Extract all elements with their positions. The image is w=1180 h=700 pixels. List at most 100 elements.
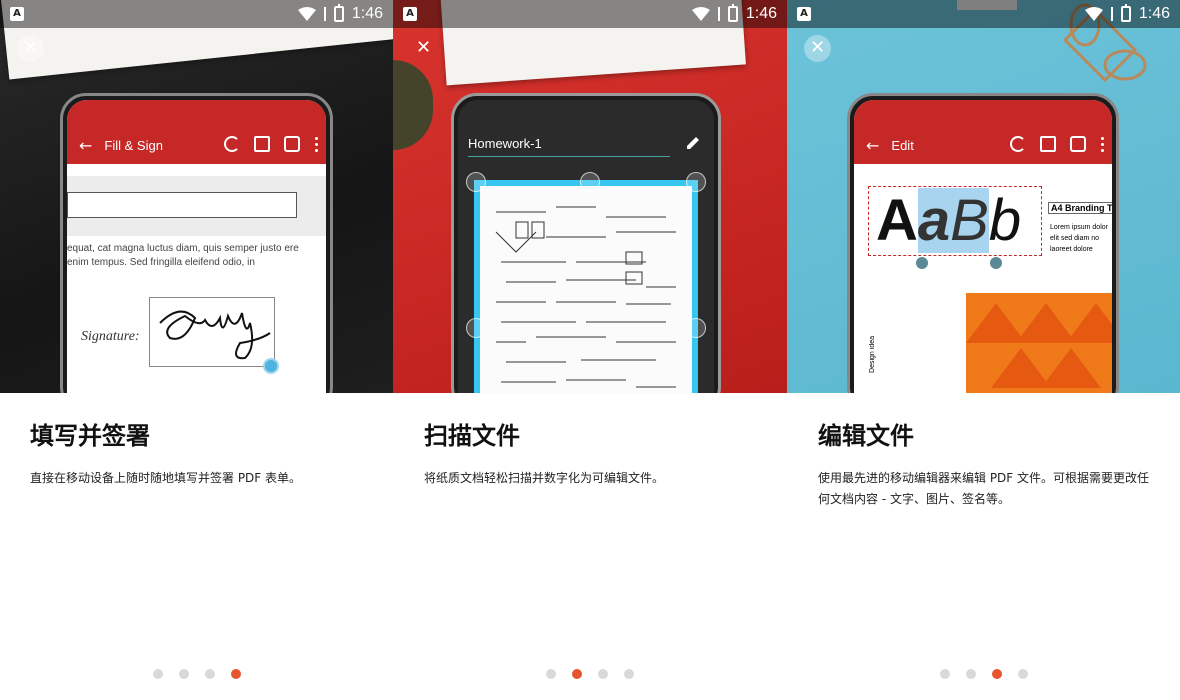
close-button[interactable]: ✕ (17, 35, 44, 62)
battery-icon (727, 4, 738, 22)
design-text: Design idea (869, 336, 876, 373)
battery-icon (1120, 4, 1131, 22)
page-dot[interactable] (546, 669, 556, 679)
hero-image: A 1:46 ✕ ← Edit AaBb A4 Branding T Lorem… (787, 0, 1180, 393)
status-time: 1:46 (745, 5, 777, 22)
page-dot[interactable] (624, 669, 634, 679)
app-toolbar: ← Fill & Sign (67, 126, 326, 164)
lorem-line: laoreet dolore (1050, 246, 1093, 253)
branding-text: A4 Branding T (1048, 202, 1112, 214)
undo-icon (224, 136, 240, 152)
page-indicator (0, 669, 393, 679)
pencil-icon (687, 137, 699, 149)
onboarding-scan: A 1:46 ✕ Homework-1 扫描文件 将纸质文档轻松扫描并数字化为可… (393, 0, 787, 700)
phone-screen: Homework-1 (458, 100, 714, 393)
phone-screen: ← Fill & Sign equat, cat magna luctus di… (67, 100, 326, 393)
phone-mockup: ← Fill & Sign equat, cat magna luctus di… (60, 93, 333, 393)
page-indicator (787, 669, 1180, 679)
crop-handle[interactable] (686, 318, 706, 338)
signal-divider (717, 7, 720, 21)
plant-decoration (393, 60, 433, 150)
battery-icon (333, 4, 344, 22)
page-dot[interactable] (178, 669, 189, 679)
toolbar-title: Fill & Sign (104, 137, 163, 153)
app-notification-icon: A (403, 7, 417, 21)
appbar-top (67, 100, 326, 126)
app-toolbar: ← Edit (854, 126, 1112, 164)
close-icon: ✕ (415, 37, 432, 58)
signature-label: Signature: (81, 329, 140, 344)
more-icon (314, 136, 318, 152)
title-underline (468, 156, 670, 157)
appbar-top (854, 100, 1112, 126)
selection-box (868, 186, 1042, 256)
print-icon (1070, 136, 1086, 152)
onboarding-heading: 填写并签署 (30, 422, 150, 450)
onboarding-fill-sign: A 1:46 ✕ ← Fill & Sign equat, cat magna … (0, 0, 393, 700)
page-dot[interactable] (965, 669, 976, 679)
onboarding-description: 使用最先进的移动编辑器来编辑 PDF 文件。可根据需要更改任何文档内容 - 文字… (818, 471, 1150, 506)
print-icon (284, 136, 300, 152)
toolbar-title: Edit (891, 137, 914, 153)
page-dot[interactable] (939, 669, 950, 679)
document-body: equat, cat magna luctus diam, quis sempe… (67, 164, 326, 393)
undo-icon (1010, 136, 1026, 152)
onboarding-text: 编辑文件 使用最先进的移动编辑器来编辑 PDF 文件。可根据需要更改任何文档内容… (818, 420, 1160, 510)
page-indicator (393, 669, 787, 679)
onboarding-text: 填写并签署 直接在移动设备上随时随地填写并签署 PDF 表单。 (30, 420, 373, 489)
page-dot-active[interactable] (572, 669, 582, 679)
signal-divider (1110, 7, 1113, 21)
status-time: 1:46 (351, 5, 383, 22)
crop-handle[interactable] (466, 172, 486, 192)
status-bar: A 1:46 (393, 0, 787, 28)
scan-toolbar: Homework-1 (458, 126, 714, 164)
lorem-line: Lorem ipsum dolor (1050, 224, 1108, 231)
resize-handle (263, 358, 279, 374)
pattern-shape (1041, 348, 1101, 388)
handwritten-notes (495, 206, 676, 388)
hero-image: A 1:46 ✕ ← Fill & Sign equat, cat magna … (0, 0, 393, 393)
crop-handle[interactable] (686, 172, 706, 192)
close-icon: ✕ (809, 37, 826, 58)
page-dot[interactable] (204, 669, 215, 679)
page-dot[interactable] (598, 669, 608, 679)
form-field (67, 192, 297, 218)
back-arrow-icon: ← (79, 135, 93, 155)
page-dot[interactable] (1017, 669, 1028, 679)
signal-divider (323, 7, 326, 21)
close-button[interactable]: ✕ (804, 35, 831, 62)
more-icon (1100, 136, 1104, 152)
close-button[interactable]: ✕ (410, 35, 437, 62)
status-time: 1:46 (1138, 5, 1170, 22)
page-dot-active[interactable] (991, 669, 1002, 679)
onboarding-heading: 编辑文件 (818, 422, 914, 450)
onboarding-screens: A 1:46 ✕ ← Fill & Sign equat, cat magna … (0, 0, 1180, 700)
app-notification-icon: A (797, 7, 811, 21)
pattern-shape (1066, 303, 1112, 343)
back-arrow-icon: ← (866, 135, 880, 155)
lorem-line: elit sed diam no (1050, 235, 1100, 242)
app-notification-icon: A (10, 7, 24, 21)
selection-handle[interactable] (990, 257, 1002, 269)
onboarding-description: 将纸质文档轻松扫描并数字化为可编辑文件。 (424, 471, 665, 485)
scan-title: Homework-1 (468, 136, 542, 151)
document-body: AaBb A4 Branding T Lorem ipsum dolor eli… (854, 164, 1112, 393)
wifi-icon (691, 7, 710, 21)
crop-handle[interactable] (466, 318, 486, 338)
onboarding-description: 直接在移动设备上随时随地填写并签署 PDF 表单。 (30, 471, 302, 485)
status-bar: A 1:46 (787, 0, 1180, 28)
phone-screen: ← Edit AaBb A4 Branding T Lorem ipsum do… (854, 100, 1112, 393)
page-dot-active[interactable] (230, 669, 241, 679)
phone-mockup: Homework-1 (451, 93, 721, 393)
wifi-icon (1084, 7, 1103, 21)
signature-stroke (159, 310, 271, 360)
save-icon (1040, 136, 1056, 152)
page-dot[interactable] (152, 669, 163, 679)
crop-frame (474, 180, 698, 393)
close-icon: ✕ (22, 37, 39, 58)
status-bar: A 1:46 (0, 0, 393, 28)
crop-handle[interactable] (580, 172, 600, 192)
wifi-icon (297, 7, 316, 21)
phone-mockup: ← Edit AaBb A4 Branding T Lorem ipsum do… (847, 93, 1119, 393)
selection-handle[interactable] (916, 257, 928, 269)
